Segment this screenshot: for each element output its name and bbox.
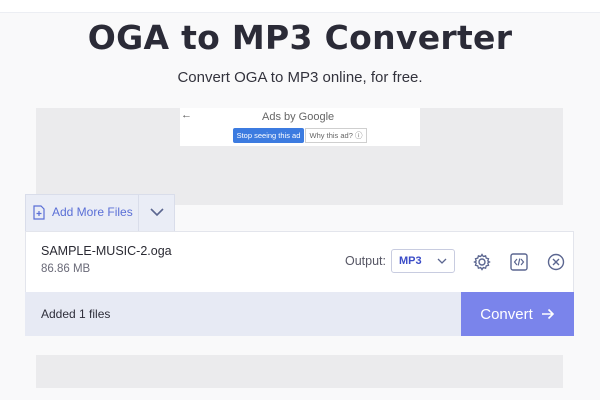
close-icon: [547, 253, 565, 271]
ads-by-google-label: Ads by Google: [262, 111, 335, 123]
chevron-down-icon: [150, 208, 164, 217]
add-more-files-label: Add More Files: [52, 205, 133, 219]
chevron-down-icon: [437, 258, 447, 264]
gear-icon: [473, 253, 491, 271]
added-files-count: Added 1 files: [41, 307, 111, 321]
why-this-ad-button[interactable]: Why this ad? ⓘ: [305, 128, 367, 143]
output-label: Output:: [345, 254, 386, 268]
stop-seeing-ad-button[interactable]: Stop seeing this ad: [233, 128, 304, 143]
top-header-strip: [0, 0, 600, 13]
code-icon: [510, 253, 528, 271]
output-format-value: MP3: [399, 255, 422, 267]
bottom-ad-container: [36, 355, 563, 388]
output-format-select[interactable]: MP3: [391, 249, 455, 273]
page-subtitle: Convert OGA to MP3 online, for free.: [177, 69, 423, 86]
back-arrow-icon[interactable]: ←: [181, 109, 192, 121]
convert-button[interactable]: Convert: [461, 292, 574, 336]
remove-file-button[interactable]: [546, 252, 566, 272]
page-title: OGA to MP3 Converter: [87, 18, 513, 57]
file-name: SAMPLE-MUSIC-2.oga: [41, 244, 172, 258]
settings-button[interactable]: [472, 252, 492, 272]
arrow-right-icon: [541, 308, 554, 320]
add-options-dropdown[interactable]: [139, 194, 175, 231]
file-add-icon: [33, 205, 45, 220]
embed-code-button[interactable]: [509, 252, 529, 272]
file-size: 86.86 MB: [41, 263, 91, 275]
add-more-files-button[interactable]: Add More Files: [25, 194, 138, 231]
convert-label: Convert: [480, 305, 533, 323]
